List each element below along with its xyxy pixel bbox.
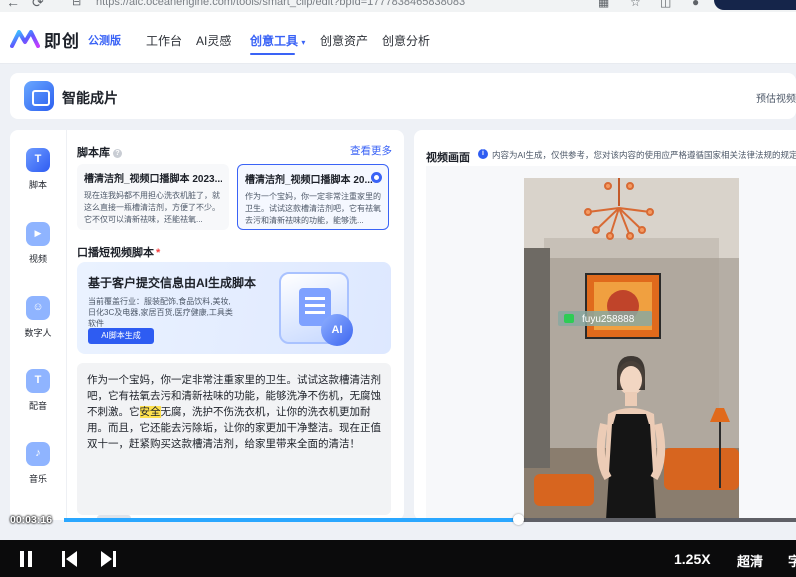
preview-notice: 内容为AI生成，仅供参考，您对该内容的使用应严格遵循国家相关法律法规的规定。 — [492, 150, 796, 160]
rail-item-label: 视频 — [28, 254, 47, 264]
required-mark: * — [156, 247, 161, 259]
estimate-link[interactable]: 预估视频 — [756, 90, 796, 105]
playback-speed-button[interactable]: 1.25X — [674, 551, 711, 567]
wechat-id-text: fuyu258888 — [582, 314, 635, 325]
left-tool-rail: T 脚本 ▶ 视频 ☺ 数字人 T 配音 ♪ 音乐 — [10, 130, 66, 520]
video-preview-panel: 视频画面 i 内容为AI生成，仅供参考，您对该内容的使用应严格遵循国家相关法律法… — [414, 130, 796, 520]
player-time: 00:03:16 — [10, 514, 53, 526]
music-icon: ♪ — [26, 442, 50, 466]
script-library-title-text: 脚本库 — [77, 147, 110, 159]
script-template-card-selected[interactable]: 槽清洁剂_视频口播脚本 20... 作为一个宝妈，你一定非常注重家里的卫生。试试… — [237, 164, 389, 230]
selected-radio[interactable] — [371, 172, 382, 183]
nav-ai-inspiration[interactable]: AI灵感 — [196, 32, 231, 49]
digital-human-icon: ☺ — [26, 296, 50, 320]
pause-icon[interactable] — [18, 550, 34, 568]
digital-human-icon-glyph: ☺ — [32, 301, 44, 313]
reload-icon[interactable]: ⟳ — [32, 0, 44, 11]
edition-badge: 公测版 — [88, 35, 121, 47]
jichuang-logo-icon[interactable] — [10, 30, 40, 48]
info-icon: i — [478, 149, 488, 159]
rail-item-digital-human[interactable]: ☺ 数字人 — [10, 296, 66, 339]
rail-item-voiceover[interactable]: T 配音 — [10, 369, 66, 412]
voiceover-icon-glyph: T — [34, 374, 42, 386]
next-icon[interactable] — [100, 550, 118, 568]
video-frame[interactable]: fuyu258888 — [524, 178, 739, 520]
script-icon: T — [26, 148, 50, 172]
page-title: 智能成片 — [62, 90, 118, 106]
quality-button[interactable]: 超清 — [737, 551, 763, 570]
site-info-icon[interactable]: ⊟ — [72, 0, 81, 8]
ai-script-generate-button[interactable]: AI脚本生成 — [88, 328, 154, 344]
browser-address-bar: ← ⟳ ⊟ https://aic.oceanengine.com/tools/… — [0, 0, 796, 12]
nav-workbench[interactable]: 工作台 — [146, 32, 182, 49]
rail-item-video[interactable]: ▶ 视频 — [10, 222, 66, 265]
rail-item-label: 配音 — [28, 401, 47, 411]
script-template-card[interactable]: 槽清洁剂_视频口播脚本 2023... 现在连我妈都不用担心洗衣机脏了，就这么直… — [77, 164, 229, 230]
video-icon: ▶ — [26, 222, 50, 246]
logo-text[interactable]: 即创 — [44, 27, 80, 52]
smart-clip-icon — [24, 81, 54, 111]
bookmark-star-icon[interactable]: ☆ — [630, 0, 641, 9]
subtitle-button[interactable]: 字 — [788, 551, 796, 570]
nav-creative-assets[interactable]: 创意资产 — [320, 32, 368, 49]
script-library-title: 脚本库? — [77, 144, 122, 160]
progress-fill — [64, 518, 518, 522]
section-label: 口播短视频脚本 * — [77, 244, 160, 260]
nav-creative-tools[interactable]: 创意工具 ▾ — [250, 32, 306, 55]
nav-creative-tools-label: 创意工具 — [250, 34, 299, 48]
chevron-down-icon: ▾ — [301, 38, 306, 47]
video-scene: fuyu258888 — [524, 178, 739, 520]
video-icon-glyph: ▶ — [34, 228, 42, 238]
extension-icon[interactable]: ▦ — [598, 0, 609, 9]
previous-icon[interactable] — [60, 550, 78, 568]
progress-knob[interactable] — [513, 514, 524, 525]
template-title: 槽清洁剂_视频口播脚本 2023... — [84, 174, 222, 185]
script-highlight: 安全 — [139, 406, 161, 418]
template-desc: 现在连我妈都不用担心洗衣机脏了，就这么直接一瓶槽清洁剂，方便了不少。它不仅可以清… — [84, 191, 220, 224]
rail-item-label: 数字人 — [24, 328, 52, 338]
back-icon[interactable]: ← — [6, 0, 20, 10]
help-icon[interactable]: ? — [113, 149, 122, 158]
script-panel: 脚本库? 查看更多 槽清洁剂_视频口播脚本 2023... 现在连我妈都不用担心… — [67, 130, 404, 521]
rail-item-music[interactable]: ♪ 音乐 — [10, 442, 66, 485]
template-title: 槽清洁剂_视频口播脚本 20... — [245, 175, 373, 186]
ai-generate-title: 基于客户提交信息由AI生成脚本 — [88, 276, 257, 290]
ai-badge-icon: AI — [321, 314, 353, 346]
preview-frame: fuyu258888 — [426, 166, 796, 520]
downloads-icon[interactable]: ● — [692, 0, 699, 9]
nav-creative-analysis[interactable]: 创意分析 — [382, 32, 430, 49]
rail-item-label: 音乐 — [28, 474, 47, 484]
app-header: 即创 公测版 工作台 AI灵感 创意工具 ▾ 创意资产 创意分析 — [0, 12, 796, 64]
url-field[interactable]: https://aic.oceanengine.com/tools/smart_… — [96, 0, 465, 8]
template-desc: 作为一个宝妈，你一定非常注重家里的卫生。试试这款槽清洁剂吧，它有祛氧去污和清新祛… — [245, 192, 381, 225]
ai-generate-card: 基于客户提交信息由AI生成脚本 当前覆盖行业：服装配饰,食品饮料,美妆,日化3C… — [77, 262, 391, 354]
section-label-text: 口播短视频脚本 — [77, 247, 154, 259]
rail-item-script[interactable]: T 脚本 — [10, 148, 66, 191]
split-view-icon[interactable]: ◫ — [660, 0, 671, 9]
script-textarea[interactable]: 作为一个宝妈，你一定非常注重家里的卫生。试试这款槽清洁剂吧，它有祛氧去污和清新祛… — [77, 363, 391, 515]
voiceover-icon: T — [26, 369, 50, 393]
ai-generate-desc: 当前覆盖行业：服装配饰,食品饮料,美妆,日化3C及电器,家居百货,医疗健康,工具… — [88, 297, 233, 328]
view-more-link[interactable]: 查看更多 — [350, 143, 392, 158]
page-title-card: 智能成片 预估视频 — [10, 73, 796, 119]
script-icon-glyph: T — [34, 153, 42, 165]
rail-item-label: 脚本 — [28, 180, 47, 190]
profile-chip[interactable] — [714, 0, 796, 10]
music-icon-glyph: ♪ — [35, 447, 41, 459]
preview-title: 视频画面 — [426, 152, 470, 164]
